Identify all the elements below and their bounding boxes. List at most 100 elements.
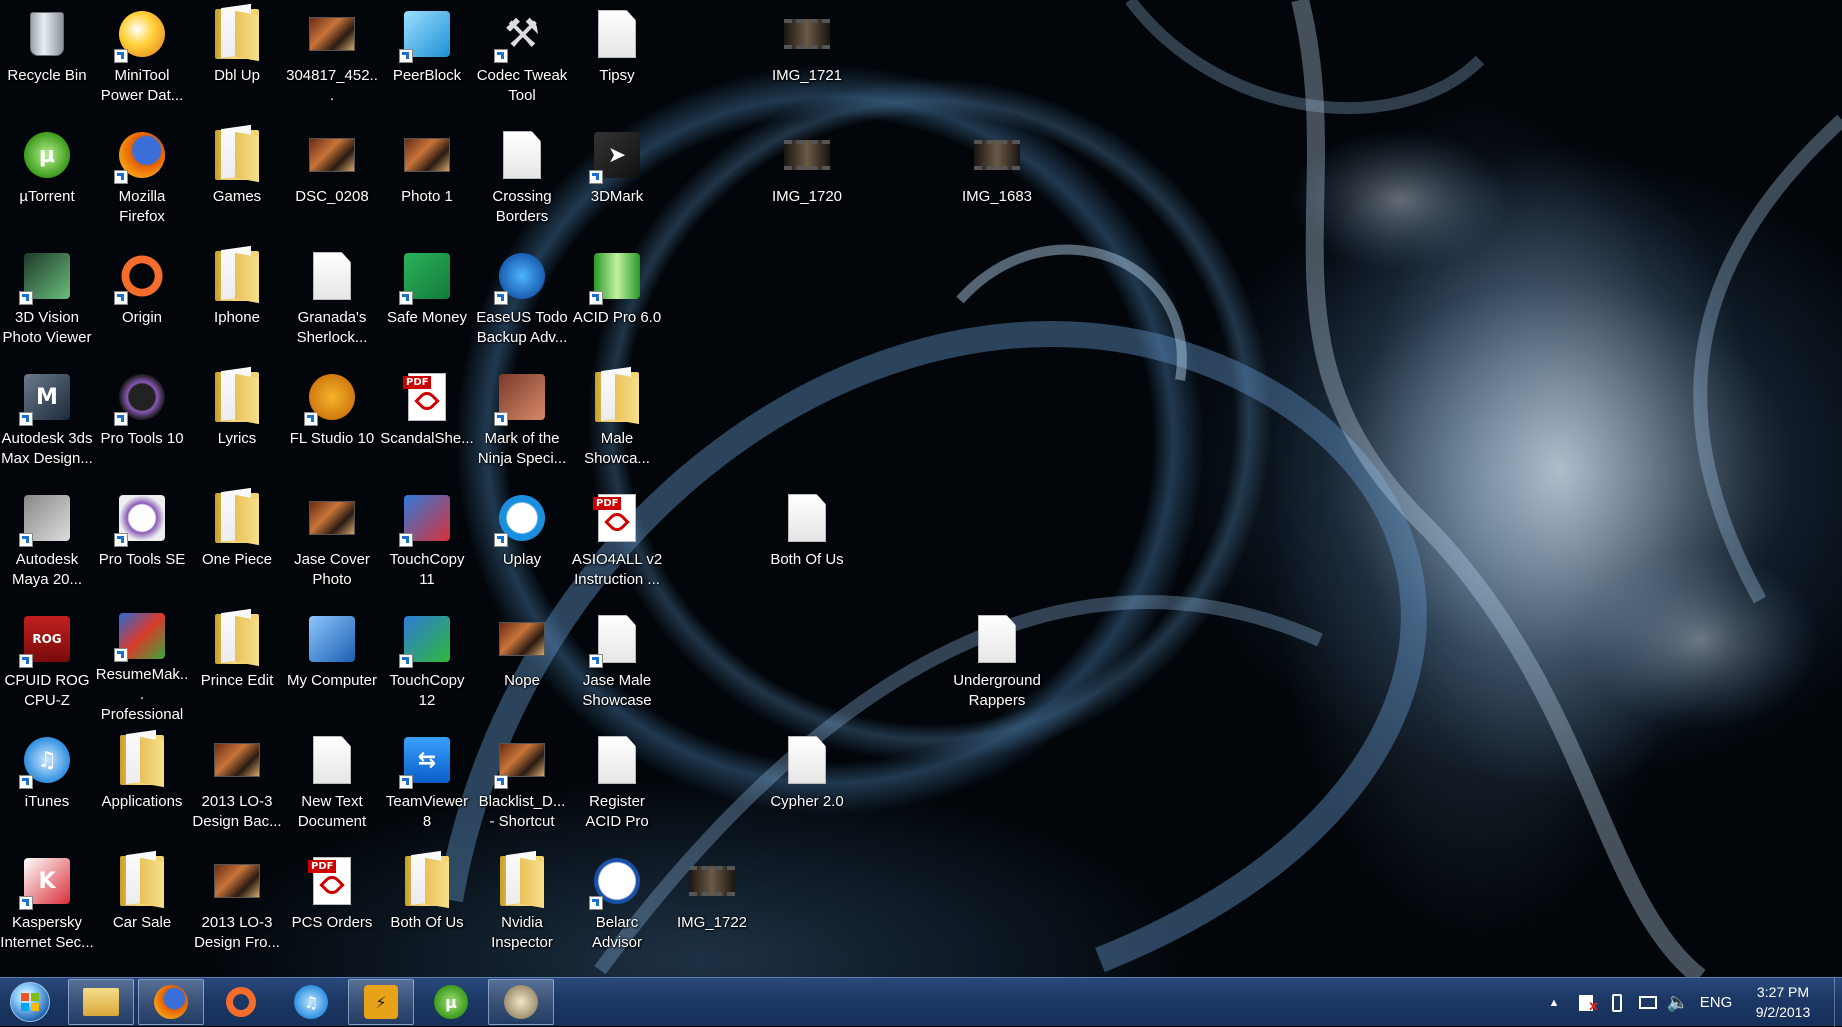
desktop-icon[interactable]: Prince Edit — [190, 605, 284, 720]
taskbar-file-explorer[interactable] — [68, 979, 134, 1025]
desktop-icon[interactable]: Jase Male Showcase — [570, 605, 664, 720]
pro-tools-icon — [114, 371, 168, 426]
desktop-icon-label: New Text Document — [297, 793, 367, 830]
resume-maker-icon — [114, 613, 168, 662]
desktop-icon-label: 2013 LO-3 Design Bac... — [192, 793, 282, 830]
desktop-icon[interactable]: IMG_1683 — [950, 121, 1044, 236]
fl-studio-icon — [304, 371, 358, 426]
desktop-icon[interactable]: ⇆ TeamViewer 8 — [380, 726, 474, 841]
desktop-icon[interactable]: M Autodesk 3ds Max Design... — [0, 363, 94, 478]
taskbar-utorrent[interactable]: µ — [418, 979, 484, 1025]
taskbar-itunes[interactable]: ♫ — [278, 979, 344, 1025]
desktop-icon[interactable]: Blacklist_D... - Shortcut — [475, 726, 569, 841]
desktop-icon-label: Granada's Sherlock... — [296, 309, 368, 346]
desktop-icon[interactable]: Nvidia Inspector — [475, 847, 569, 962]
desktop-icon[interactable]: ScandalShe... — [380, 363, 474, 478]
desktop-icon[interactable]: IMG_1722 — [665, 847, 759, 962]
desktop-icon[interactable]: Origin — [95, 242, 189, 357]
desktop-icon[interactable]: ASIO4ALL v2 Instruction ... — [570, 484, 664, 599]
desktop-icon[interactable]: 2013 LO-3 Design Fro... — [190, 847, 284, 962]
language-indicator[interactable]: ENG — [1696, 978, 1736, 1027]
desktop-icon[interactable]: Safe Money — [380, 242, 474, 357]
device-icon[interactable] — [1604, 978, 1630, 1027]
desktop-icon[interactable]: Lyrics — [190, 363, 284, 478]
desktop-icon[interactable]: IMG_1721 — [760, 0, 854, 115]
desktop-icon[interactable]: EaseUS Todo Backup Adv... — [475, 242, 569, 357]
taskbar-origin[interactable] — [208, 979, 274, 1025]
origin-icon — [114, 250, 168, 305]
volume-icon[interactable]: 🔈 — [1664, 978, 1692, 1027]
desktop-icon[interactable]: Both Of Us — [760, 484, 854, 599]
desktop-icon[interactable]: TouchCopy 11 — [380, 484, 474, 599]
desktop-icon[interactable]: PCS Orders — [285, 847, 379, 962]
desktop-icon-label: Male Showca... — [584, 430, 650, 467]
desktop-icon[interactable]: PeerBlock — [380, 0, 474, 115]
desktop-icon[interactable]: Mozilla Firefox — [95, 121, 189, 236]
desktop-icon[interactable]: ➤ 3DMark — [570, 121, 664, 236]
desktop-icon[interactable]: ACID Pro 6.0 — [570, 242, 664, 357]
video-file-icon — [686, 855, 738, 907]
desktop-icon[interactable]: Register ACID Pro — [570, 726, 664, 841]
clock[interactable]: 3:27 PM 9/2/2013 — [1736, 982, 1830, 1022]
taskbar-disk-tool[interactable] — [488, 979, 554, 1025]
desktop-icon[interactable]: ♫ iTunes — [0, 726, 94, 841]
desktop-icon[interactable]: TouchCopy 12 — [380, 605, 474, 720]
desktop-icon[interactable]: 2013 LO-3 Design Bac... — [190, 726, 284, 841]
3ds-max-icon: M — [19, 371, 73, 426]
show-desktop-button[interactable] — [1834, 978, 1842, 1027]
word-document-icon — [306, 250, 358, 302]
desktop-icon[interactable]: Games — [190, 121, 284, 236]
desktop-icon[interactable]: Pro Tools 10 — [95, 363, 189, 478]
desktop-icon[interactable]: K Kaspersky Internet Sec... — [0, 847, 94, 962]
desktop-icon[interactable]: Pro Tools SE — [95, 484, 189, 599]
desktop-icon[interactable]: 304817_452... — [285, 0, 379, 115]
desktop-icon[interactable]: New Text Document — [285, 726, 379, 841]
desktop-icon[interactable]: 3D Vision Photo Viewer — [0, 242, 94, 357]
desktop-icon[interactable]: Mark of the Ninja Speci... — [475, 363, 569, 478]
desktop-icon[interactable]: DSC_0208 — [285, 121, 379, 236]
desktop-icon[interactable]: B Belarc Advisor — [570, 847, 664, 962]
desktop-icon[interactable]: Cypher 2.0 — [760, 726, 854, 841]
desktop-icon[interactable]: Both Of Us — [380, 847, 474, 962]
desktop-icon[interactable]: MiniTool Power Dat... — [95, 0, 189, 115]
taskbar-firefox[interactable] — [138, 979, 204, 1025]
photo-thumbnail-icon — [211, 855, 263, 907]
desktop-icon[interactable]: Male Showca... — [570, 363, 664, 478]
desktop-icon[interactable]: Crossing Borders — [475, 121, 569, 236]
shortcut-arrow-icon — [304, 412, 318, 426]
desktop-icon[interactable]: Dbl Up — [190, 0, 284, 115]
desktop-icon[interactable]: Underground Rappers — [950, 605, 1044, 720]
desktop-icon[interactable]: My Computer — [285, 605, 379, 720]
action-center-flag-icon[interactable]: ✕ — [1572, 978, 1600, 1027]
taskbar-winamp[interactable]: ⚡ — [348, 979, 414, 1025]
desktop-icon[interactable]: FL Studio 10 — [285, 363, 379, 478]
shortcut-arrow-icon — [399, 654, 413, 668]
shortcut-arrow-icon — [19, 896, 33, 910]
desktop-icon[interactable]: ⚒ Codec Tweak Tool — [475, 0, 569, 115]
desktop-icon[interactable]: ROG CPUID ROG CPU-Z — [0, 605, 94, 720]
network-icon[interactable] — [1634, 978, 1662, 1027]
shortcut-arrow-icon — [114, 648, 128, 662]
desktop-icon[interactable]: U Uplay — [475, 484, 569, 599]
desktop-icon[interactable]: Car Sale — [95, 847, 189, 962]
desktop-icon[interactable]: Jase Cover Photo — [285, 484, 379, 599]
desktop-icon[interactable]: Nope — [475, 605, 569, 720]
desktop-icon[interactable]: Autodesk Maya 20... — [0, 484, 94, 599]
desktop-icon-label: Games — [212, 188, 262, 205]
desktop-icon-label: Pro Tools SE — [98, 551, 186, 568]
desktop-icon[interactable]: µ µTorrent — [0, 121, 94, 236]
desktop-icon[interactable]: Applications — [95, 726, 189, 841]
desktop-icon[interactable]: Iphone — [190, 242, 284, 357]
show-hidden-icons-button[interactable]: ▲ — [1544, 978, 1564, 1027]
desktop-icon[interactable]: Granada's Sherlock... — [285, 242, 379, 357]
text-file-icon — [591, 8, 643, 60]
start-button[interactable] — [10, 982, 50, 1022]
desktop-icon[interactable]: Recycle Bin — [0, 0, 94, 115]
desktop-icon[interactable]: One Piece — [190, 484, 284, 599]
desktop-icon[interactable]: ResumeMak... Professional — [95, 605, 189, 723]
video-file-icon — [971, 129, 1023, 181]
desktop-icon-label: 3DMark — [590, 188, 644, 205]
desktop-icon[interactable]: Tipsy — [570, 0, 664, 115]
desktop-icon[interactable]: Photo 1 — [380, 121, 474, 236]
desktop-icon[interactable]: IMG_1720 — [760, 121, 854, 236]
